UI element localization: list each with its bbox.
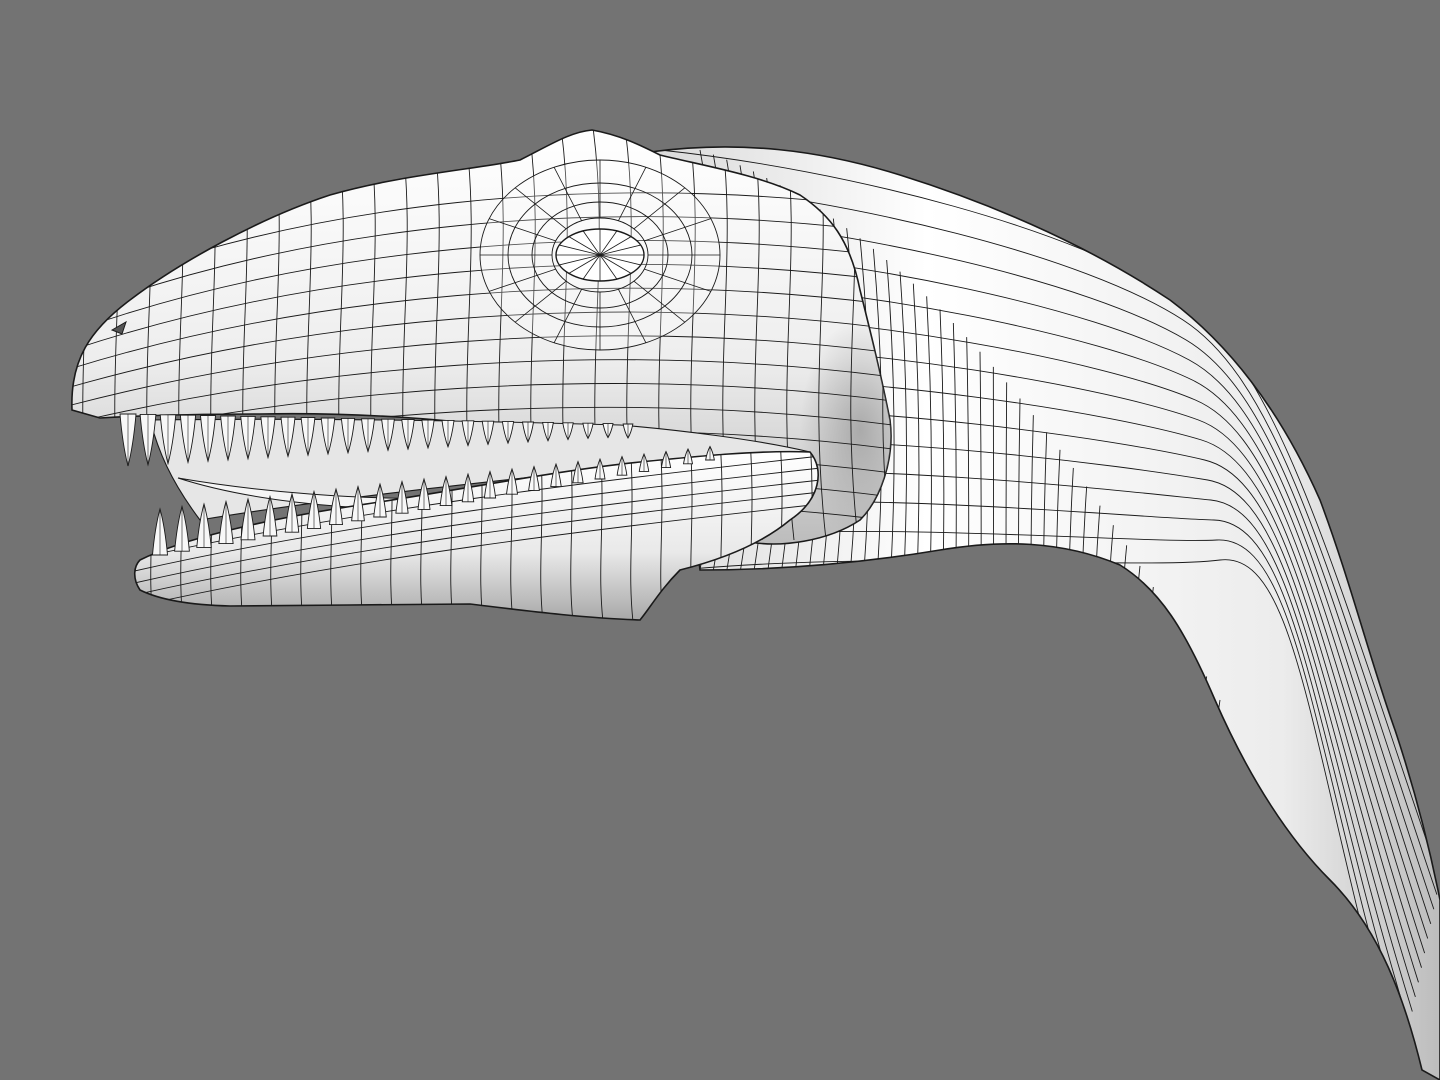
jaw-edge-ring — [149, 451, 155, 620]
neck-edge-ring — [1179, 653, 1194, 1021]
neck-edge-ring — [1105, 525, 1114, 886]
render-viewport — [0, 0, 1440, 1080]
eye-mesh — [479, 159, 721, 351]
neck-edge-ring — [1167, 630, 1181, 997]
neck-edge-ring — [1005, 382, 1008, 744]
neck-edge-ring — [1117, 545, 1128, 907]
neck-edge-ring — [1204, 699, 1221, 1071]
neck-edge-ring — [1129, 565, 1141, 929]
neck-edge-ring — [1154, 608, 1168, 973]
neck-edge-ring — [1092, 505, 1101, 866]
skull-edge-ring — [79, 130, 91, 541]
neck-edge-ring — [1142, 586, 1154, 951]
neck-edge-ring — [1192, 676, 1208, 1045]
